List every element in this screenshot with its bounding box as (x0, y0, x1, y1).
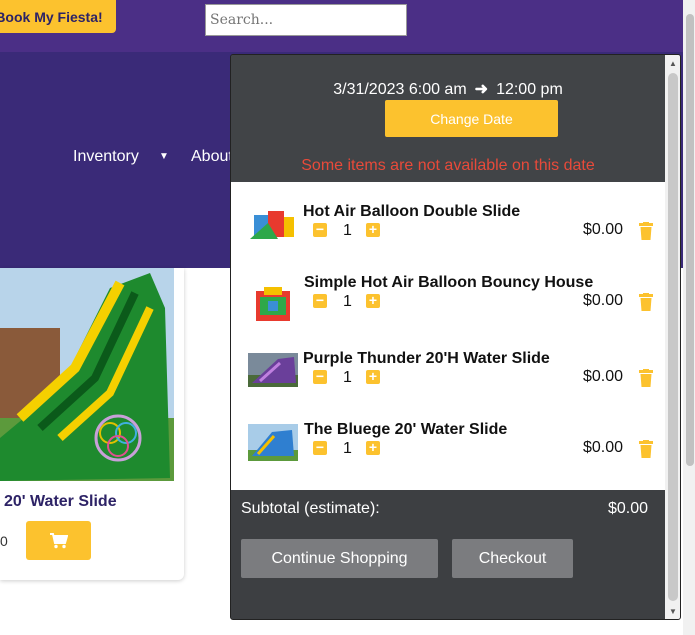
cart-header: 3/31/2023 6:00 am ➜ 12:00 pm Change Date S… (231, 55, 665, 182)
add-to-cart-button[interactable] (26, 521, 91, 560)
item-thumbnail (248, 353, 298, 387)
quantity-increase-button[interactable]: + (366, 369, 380, 384)
cart-item: Purple Thunder 20'H Water Slide − 1 + $0… (231, 345, 665, 415)
cart-item: Hot Air Balloon Double Slide − 1 + $0.00 (231, 198, 665, 268)
item-name: Simple Hot Air Balloon Bouncy House (304, 274, 594, 291)
quantity-decrease-button[interactable]: − (313, 222, 327, 237)
scroll-down-icon[interactable]: ▼ (668, 607, 678, 617)
cart-scroll-thumb[interactable] (668, 73, 678, 601)
item-quantity: 1 (343, 293, 352, 310)
quantity-increase-button[interactable]: + (366, 440, 380, 455)
quantity-increase-button[interactable]: + (366, 222, 380, 237)
quantity-decrease-button[interactable]: − (313, 369, 327, 384)
start-date: 3/31/2023 6:00 am (333, 81, 467, 98)
item-price: $0.00 (583, 439, 624, 456)
trash-icon[interactable] (639, 222, 653, 240)
trash-icon[interactable] (639, 369, 653, 387)
rental-date-range: 3/31/2023 6:00 am ➜ 12:00 pm (231, 79, 665, 99)
cart-items-list: Hot Air Balloon Double Slide − 1 + $0.00… (231, 182, 665, 490)
item-name: The Bluege 20' Water Slide (304, 421, 508, 438)
checkout-button[interactable]: Checkout (452, 539, 573, 578)
item-quantity: 1 (343, 369, 352, 386)
page-scroll-thumb[interactable] (686, 14, 694, 466)
caret-down-icon[interactable]: ▼ (159, 151, 169, 162)
product-image[interactable] (0, 268, 174, 481)
product-price: 0 (0, 533, 8, 549)
cart-icon (49, 532, 68, 548)
availability-warning: Some items are not available on this dat… (301, 157, 595, 174)
nav-about[interactable]: About (191, 148, 233, 166)
item-name: Purple Thunder 20'H Water Slide (303, 350, 550, 367)
item-price: $0.00 (583, 221, 624, 238)
change-date-button[interactable]: Change Date (385, 100, 558, 137)
item-thumbnail (248, 424, 298, 461)
cart-item: The Bluege 20' Water Slide − 1 + $0.00 (231, 416, 665, 486)
quantity-decrease-button[interactable]: − (313, 440, 327, 455)
continue-shopping-button[interactable]: Continue Shopping (241, 539, 438, 578)
product-name[interactable]: 20' Water Slide (4, 493, 117, 511)
cart-dropdown: 3/31/2023 6:00 am ➜ 12:00 pm Change Date S… (230, 54, 681, 620)
item-thumbnail (248, 205, 298, 243)
book-my-fiesta-button[interactable]: Book My Fiesta! (0, 0, 116, 33)
item-price: $0.00 (583, 368, 624, 385)
scroll-up-icon[interactable]: ▲ (668, 59, 678, 69)
nav-inventory[interactable]: Inventory (73, 148, 139, 166)
item-price: $0.00 (583, 292, 624, 309)
quantity-increase-button[interactable]: + (366, 293, 380, 308)
item-quantity: 1 (343, 440, 352, 457)
arrow-right-icon: ➜ (474, 81, 489, 98)
item-thumbnail (248, 283, 298, 327)
subtotal-label: Subtotal (estimate): (241, 500, 380, 517)
search-input[interactable] (205, 4, 407, 36)
trash-icon[interactable] (639, 440, 653, 458)
end-time: 12:00 pm (496, 81, 563, 98)
item-name: Hot Air Balloon Double Slide (303, 203, 521, 220)
trash-icon[interactable] (639, 293, 653, 311)
quantity-decrease-button[interactable]: − (313, 293, 327, 308)
cart-item: Simple Hot Air Balloon Bouncy House − 1 … (231, 269, 665, 339)
subtotal-value: $0.00 (608, 500, 649, 517)
item-quantity: 1 (343, 222, 352, 239)
